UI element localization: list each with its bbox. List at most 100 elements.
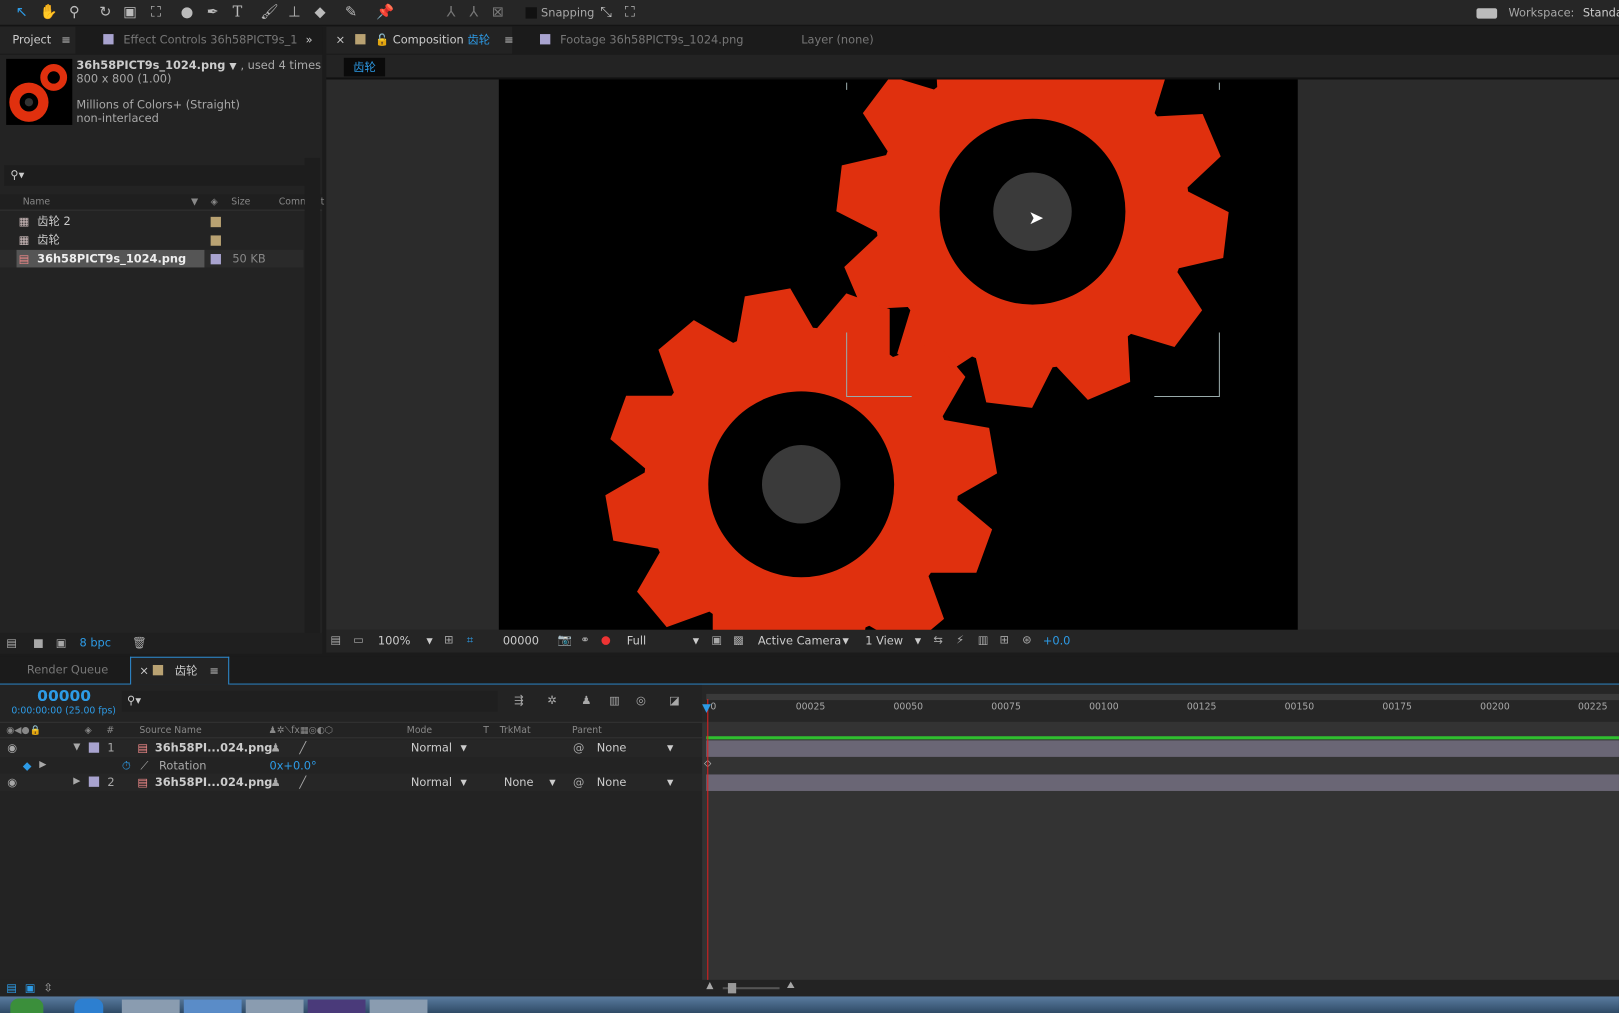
project-item-selected[interactable]: ▤ 36h58PICT9s_1024.png 50 KB [0, 249, 304, 268]
timeline-graph-area[interactable]: 0 00025 00050 00075 00100 00125 00150 00175 0020… [702, 684, 1619, 980]
motion-blur-icon[interactable]: ◎ [636, 694, 646, 707]
roto-brush-tool-icon[interactable]: ✎ [342, 3, 361, 22]
camera-tool-icon[interactable]: ▣ [121, 3, 140, 22]
visibility-eye-icon[interactable]: ◉ [7, 773, 17, 791]
rotate-tool-icon[interactable]: ↻ [96, 3, 115, 22]
channel-icon[interactable]: ● [601, 633, 611, 646]
camera-select[interactable]: Active Camera [758, 634, 841, 647]
transparency-grid-icon[interactable]: ▩ [733, 633, 744, 646]
current-time[interactable]: 00000 [37, 687, 91, 706]
blend-mode-select[interactable]: Normal [411, 739, 452, 757]
zoom-slider-handle[interactable] [727, 983, 737, 994]
zoom-in-icon[interactable]: ⛰ [787, 981, 795, 991]
layer-search-input[interactable]: ⚲▾ [121, 690, 498, 712]
composition-canvas[interactable] [498, 79, 1298, 630]
stopwatch-icon[interactable]: ⏱ [122, 757, 131, 775]
project-item[interactable]: ▦ 齿轮 [0, 231, 304, 249]
pen-tool-icon[interactable]: ✒ [203, 3, 222, 22]
tab-render-queue[interactable]: Render Queue [27, 657, 108, 684]
sort-icon[interactable]: ▼ [191, 194, 198, 211]
panel-menu-icon[interactable]: ≡ [504, 33, 514, 46]
hand-tool-icon[interactable]: ✋ [39, 3, 58, 22]
dropdown-arrow-icon[interactable]: ▼ [460, 739, 466, 757]
taskbar-app[interactable] [183, 999, 242, 1013]
current-time-display[interactable]: 00000 [503, 634, 539, 647]
time-ruler[interactable]: 0 00025 00050 00075 00100 00125 00150 00175 0020… [702, 684, 1619, 722]
flowchart-icon[interactable]: ⊞ [999, 633, 1009, 646]
graph-editor-icon[interactable]: ◪ [669, 694, 680, 707]
zoom-out-icon[interactable]: ▲ [706, 981, 713, 991]
selection-tool-icon[interactable]: ↖ [12, 3, 31, 22]
column-size[interactable]: Size [231, 194, 250, 211]
trash-icon[interactable]: 🗑 [132, 636, 146, 649]
visibility-eye-icon[interactable]: ◉ [7, 739, 17, 757]
collapse-triangle-icon[interactable]: ▼ [73, 739, 80, 757]
pan-behind-tool-icon[interactable]: ⛶ [147, 3, 166, 22]
region-of-interest-icon[interactable]: ▣ [711, 633, 722, 646]
panel-menu-icon[interactable]: ≡ [61, 33, 71, 46]
view-layout-select[interactable]: 1 View [865, 634, 903, 647]
close-tab-icon[interactable]: × [336, 33, 346, 46]
tab-footage[interactable]: Footage 36h58PICT9s_1024.png [539, 27, 744, 54]
layer-bar-2[interactable] [706, 774, 1619, 791]
frame-blending-icon[interactable]: ▥ [609, 694, 620, 707]
usage-dropdown-icon[interactable]: ▼ [229, 62, 236, 72]
tab-layer[interactable]: Layer (none) [801, 27, 873, 54]
draft-3d-icon[interactable]: ✲ [547, 694, 557, 707]
shy-switch-icon[interactable]: ♟ [271, 739, 281, 757]
layer-name[interactable]: 36h58PI...024.png [155, 773, 273, 791]
new-folder-icon[interactable]: ■ [33, 636, 44, 649]
tab-timeline-comp[interactable]: × 齿轮 ≡ [130, 656, 230, 685]
close-tab-icon[interactable]: × [139, 664, 149, 677]
puppet-pin-tool-icon[interactable]: 📌 [376, 3, 395, 22]
dropdown-arrow-icon[interactable]: ▼ [549, 773, 555, 791]
trkmat-select[interactable]: None [504, 773, 534, 791]
world-axis-icon[interactable]: ⅄ [465, 3, 484, 22]
snap-edges-icon[interactable]: ⤡ [597, 3, 616, 22]
column-name[interactable]: Name [23, 194, 50, 211]
start-button[interactable] [10, 998, 44, 1013]
parent-select[interactable]: None [597, 773, 627, 791]
project-item[interactable]: ▦ 齿轮 2 [0, 213, 304, 231]
label-color-swatch[interactable] [88, 776, 100, 787]
composition-viewer[interactable]: ➤ [326, 77, 1619, 630]
dropdown-arrow-icon[interactable]: ▼ [693, 636, 699, 645]
always-preview-icon[interactable]: ▤ [330, 633, 341, 646]
interpret-footage-icon[interactable]: ▤ [6, 636, 17, 649]
layer-row[interactable]: ◉ ▶ 2 ▤ 36h58PI...024.png ♟ ╱ Normal ▼ N… [0, 773, 703, 791]
layer-name[interactable]: 36h58PI...024.png [155, 739, 273, 757]
workspace-select[interactable]: Standa [1583, 6, 1619, 19]
project-search-input[interactable]: ⚲▾ [4, 165, 314, 186]
snapping-checkbox[interactable] [525, 7, 537, 19]
expand-triangle-icon[interactable]: ▶ [73, 773, 80, 791]
taskbar-app[interactable] [369, 999, 428, 1013]
parent-select[interactable]: None [597, 739, 627, 757]
view-axis-icon[interactable]: ⊠ [488, 3, 507, 22]
panel-menu-icon[interactable]: ≡ [209, 664, 219, 677]
comp-breadcrumb[interactable]: 齿轮 [343, 57, 386, 77]
exposure-reset-icon[interactable]: ⊛ [1022, 633, 1032, 646]
label-column-icon[interactable]: ◈ [211, 194, 218, 211]
timeline-icon[interactable]: ▥ [978, 633, 989, 646]
pickwhip-icon[interactable]: @ [573, 739, 584, 757]
dropdown-arrow-icon[interactable]: ▼ [667, 739, 673, 757]
magnification-select[interactable]: 100% [378, 634, 410, 647]
shy-layers-icon[interactable]: ♟ [581, 694, 591, 707]
dropdown-arrow-icon[interactable]: ▼ [843, 636, 849, 645]
rotation-value[interactable]: 0x+0.0° [269, 757, 316, 775]
dropdown-arrow-icon[interactable]: ▼ [915, 636, 921, 645]
transfer-controls-icon[interactable]: ▣ [25, 981, 36, 994]
column-source-name[interactable]: Source Name [139, 723, 201, 740]
snapshot-icon[interactable]: 📷 [558, 633, 572, 646]
dropdown-arrow-icon[interactable]: ▼ [426, 636, 432, 645]
mask-visibility-icon[interactable]: ⌗ [467, 633, 473, 647]
type-tool-icon[interactable]: T [228, 3, 247, 22]
dropdown-arrow-icon[interactable]: ▼ [460, 773, 466, 791]
pickwhip-icon[interactable]: @ [573, 773, 584, 791]
layer-bar-1[interactable] [706, 740, 1619, 757]
brush-tool-icon[interactable]: 🖌 [260, 3, 279, 22]
taskbar-app[interactable] [245, 999, 304, 1013]
playhead-handle-icon[interactable]: ▼ [702, 701, 711, 714]
title-action-safe-icon[interactable]: ⊞ [444, 633, 454, 646]
eraser-tool-icon[interactable]: ◆ [311, 3, 330, 22]
